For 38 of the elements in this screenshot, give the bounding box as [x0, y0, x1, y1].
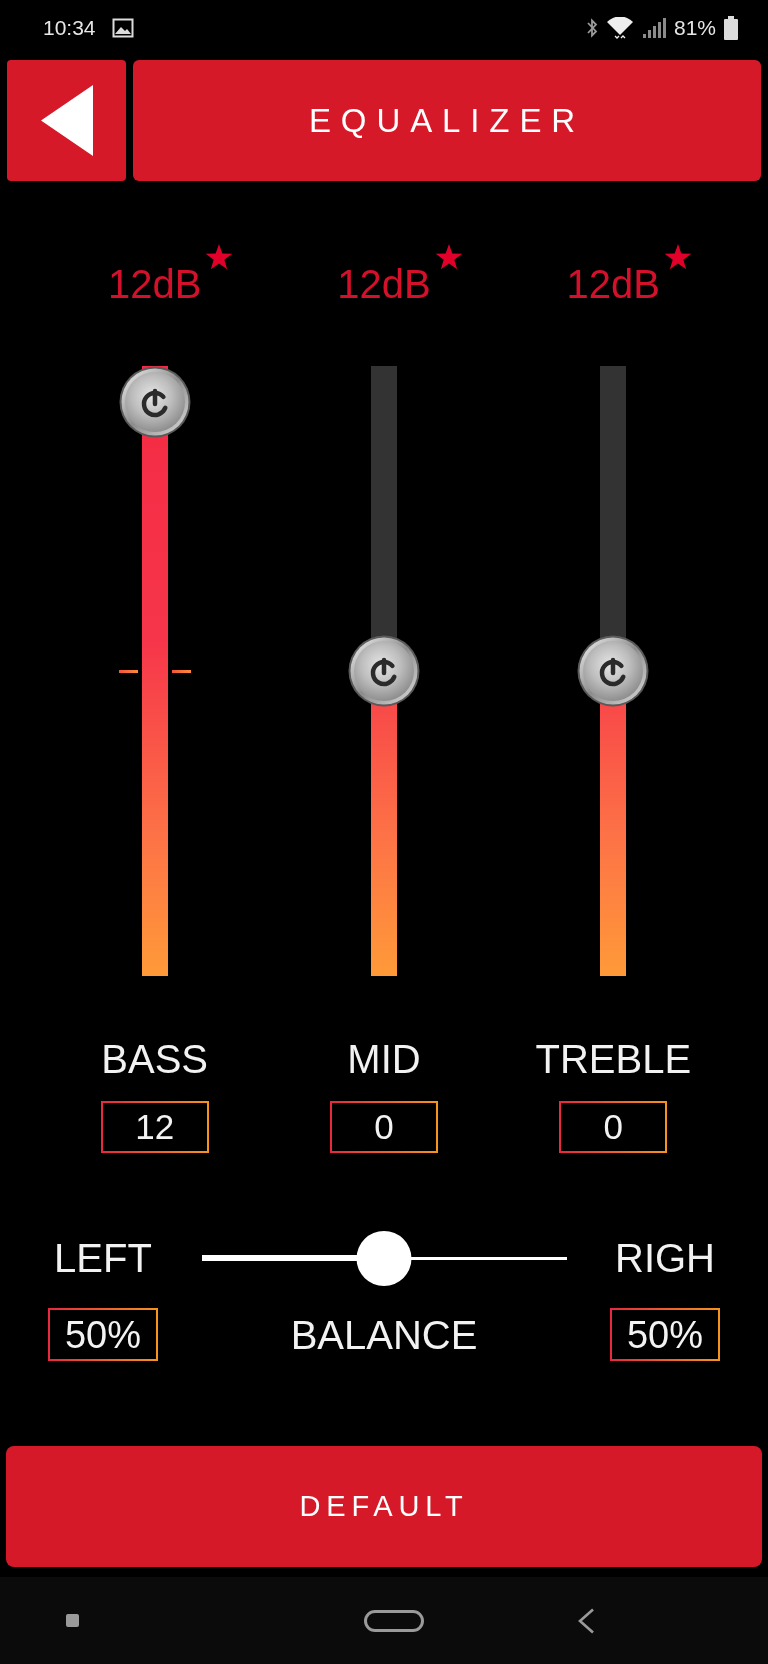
power-icon [370, 657, 397, 687]
left-label: LEFT [54, 1235, 152, 1282]
db-reading: 12dB [337, 259, 431, 309]
power-icon [141, 388, 168, 418]
status-time: 10:34 [43, 14, 96, 41]
power-icon [600, 657, 626, 687]
battery-percentage: 81% [673, 14, 716, 41]
band-label: MID [347, 1036, 421, 1083]
slider-knob[interactable] [577, 635, 650, 707]
page-title: EQUALIZER [308, 100, 586, 141]
back-button[interactable] [7, 60, 126, 181]
battery-icon [724, 15, 738, 40]
back-icon[interactable] [577, 1607, 595, 1634]
image-icon [111, 17, 134, 38]
db-reading: 12dB [566, 259, 661, 309]
band-label: TREBLE [535, 1036, 692, 1083]
left-percentage-display: 50% [48, 1308, 158, 1361]
right-label: RIGH [615, 1235, 715, 1282]
star-icon [205, 244, 234, 271]
back-icon [40, 85, 93, 156]
center-tick-mark [171, 670, 191, 673]
signal-icon [641, 17, 666, 38]
wifi-icon [605, 16, 634, 39]
default-button[interactable]: DEFAULT [6, 1446, 762, 1567]
band-value-display: 0 [330, 1101, 438, 1153]
right-percentage-display: 50% [610, 1308, 720, 1361]
band-label: BASS [101, 1036, 208, 1083]
slider-knob[interactable] [118, 366, 191, 438]
balance-label: BALANCE [290, 1311, 478, 1359]
db-reading: 12dB [107, 259, 202, 309]
star-icon [434, 244, 463, 271]
bluetooth-icon [585, 17, 598, 38]
star-icon [664, 244, 693, 271]
center-tick-mark [118, 670, 138, 673]
band-value-display: 12 [100, 1101, 209, 1153]
band-value-display: 0 [559, 1101, 668, 1153]
home-icon[interactable] [364, 1609, 424, 1632]
slider-knob[interactable] [348, 635, 420, 707]
